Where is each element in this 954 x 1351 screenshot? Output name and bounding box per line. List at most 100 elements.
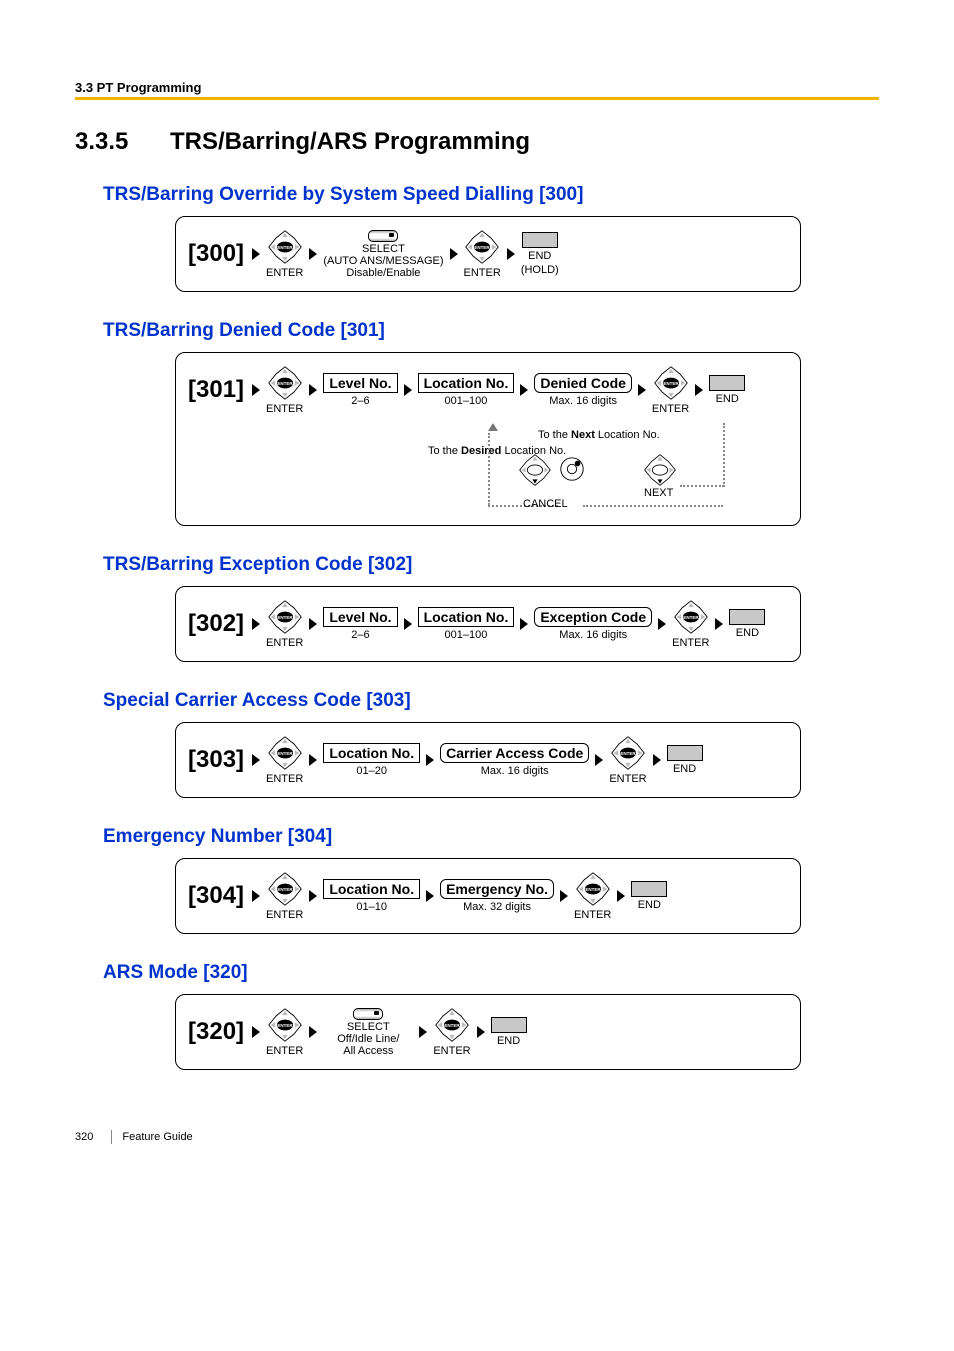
arrow-icon xyxy=(507,248,515,260)
enter-icon xyxy=(267,1007,303,1043)
select-sub: All Access xyxy=(343,1045,393,1057)
arrow-icon xyxy=(404,384,412,396)
diagram-302: [302] ENTER Level No. 2–6 Location No. 0… xyxy=(175,586,801,662)
exception-code-sub: Max. 16 digits xyxy=(559,629,627,641)
subsection-title-302: TRS/Barring Exception Code [302] xyxy=(103,554,879,576)
arrow-icon xyxy=(252,1026,260,1038)
arrow-icon xyxy=(309,384,317,396)
end-label: END xyxy=(638,899,661,911)
next-location-text: To the Next Location No. xyxy=(538,429,660,441)
arrow-icon xyxy=(520,618,528,630)
enter-icon xyxy=(267,599,303,635)
emergency-no-sub: Max. 32 digits xyxy=(463,901,531,913)
end-box-icon xyxy=(667,745,703,761)
footer-guide: Feature Guide xyxy=(122,1131,192,1143)
page-number: 320 xyxy=(75,1131,93,1143)
end-label: END xyxy=(528,250,551,262)
exception-code-box: Exception Code xyxy=(534,607,652,627)
enter-icon xyxy=(653,365,689,401)
arrow-icon xyxy=(252,384,260,396)
code-304: [304] xyxy=(188,882,244,910)
end-label: END xyxy=(497,1035,520,1047)
arrow-icon xyxy=(520,384,528,396)
select-button-icon xyxy=(368,230,398,242)
emergency-no-box: Emergency No. xyxy=(440,879,554,899)
enter-icon xyxy=(673,599,709,635)
code-320: [320] xyxy=(188,1018,244,1046)
location-no-box: Location No. xyxy=(418,373,515,393)
enter-label: ENTER xyxy=(266,773,303,785)
location-no-box: Location No. xyxy=(323,743,420,763)
arrow-icon xyxy=(638,384,646,396)
header-rule xyxy=(75,97,879,100)
location-no-sub: 001–100 xyxy=(445,629,488,641)
arrow-icon xyxy=(252,618,260,630)
jog-dial-icon xyxy=(558,455,586,483)
arrow-icon xyxy=(252,248,260,260)
carrier-access-code-sub: Max. 16 digits xyxy=(481,765,549,777)
select-mid: Off/Idle Line/ xyxy=(337,1033,399,1045)
code-300: [300] xyxy=(188,240,244,268)
location-no-sub: 01–20 xyxy=(356,765,387,777)
hold-label: (HOLD) xyxy=(521,264,559,276)
code-303: [303] xyxy=(188,746,244,774)
enter-icon xyxy=(464,229,500,265)
enter-icon xyxy=(267,365,303,401)
location-no-sub: 01–10 xyxy=(356,901,387,913)
arrow-icon xyxy=(419,1026,427,1038)
arrow-icon xyxy=(560,890,568,902)
enter-icon xyxy=(267,229,303,265)
arrow-icon xyxy=(595,754,603,766)
arrow-icon xyxy=(309,754,317,766)
diagram-320: [320] ENTER SELECT Off/Idle Line/ All Ac… xyxy=(175,994,801,1070)
enter-label: ENTER xyxy=(652,403,689,415)
arrow-icon xyxy=(252,754,260,766)
location-no-box: Location No. xyxy=(418,607,515,627)
cancel-icon xyxy=(518,453,552,487)
select-label: SELECT xyxy=(347,1021,390,1033)
loop-area: To the Next Location No. To the Desired … xyxy=(188,423,788,513)
arrow-icon xyxy=(309,1026,317,1038)
subsection-title-303: Special Carrier Access Code [303] xyxy=(103,690,879,712)
code-301: [301] xyxy=(188,376,244,404)
diagram-301: [301] ENTER Level No. 2–6 Location No. 0… xyxy=(175,352,801,526)
end-box-icon xyxy=(631,881,667,897)
end-label: END xyxy=(673,763,696,775)
arrow-icon xyxy=(450,248,458,260)
arrow-icon xyxy=(658,618,666,630)
enter-icon xyxy=(267,735,303,771)
dotted-line xyxy=(723,423,727,487)
enter-label: ENTER xyxy=(266,909,303,921)
enter-label: ENTER xyxy=(266,637,303,649)
end-label: END xyxy=(716,393,739,405)
select-sub: Disable/Enable xyxy=(346,267,420,279)
section-title: TRS/Barring/ARS Programming xyxy=(170,128,530,156)
denied-code-box: Denied Code xyxy=(534,373,632,393)
enter-icon xyxy=(575,871,611,907)
section-heading: 3.3.5 TRS/Barring/ARS Programming xyxy=(75,128,879,156)
dotted-line xyxy=(680,485,724,489)
next-icon xyxy=(643,453,677,487)
enter-icon xyxy=(610,735,646,771)
code-302: [302] xyxy=(188,610,244,638)
location-no-box: Location No. xyxy=(323,879,420,899)
arrow-icon xyxy=(477,1026,485,1038)
enter-label: ENTER xyxy=(433,1045,470,1057)
enter-label: ENTER xyxy=(266,403,303,415)
next-label: NEXT xyxy=(644,487,673,499)
arrow-icon xyxy=(309,248,317,260)
arrow-icon xyxy=(617,890,625,902)
running-header: 3.3 PT Programming xyxy=(75,80,879,95)
subsection-title-301: TRS/Barring Denied Code [301] xyxy=(103,320,879,342)
enter-label: ENTER xyxy=(464,267,501,279)
diagram-303: [303] ENTER Location No. 01–20 Carrier A… xyxy=(175,722,801,798)
carrier-access-code-box: Carrier Access Code xyxy=(440,743,589,763)
footer: 320 Feature Guide xyxy=(75,1130,879,1144)
subsection-title-304: Emergency Number [304] xyxy=(103,826,879,848)
level-no-box: Level No. xyxy=(323,607,397,627)
denied-code-sub: Max. 16 digits xyxy=(549,395,617,407)
subsection-title-300: TRS/Barring Override by System Speed Dia… xyxy=(103,184,879,206)
arrow-icon xyxy=(426,890,434,902)
enter-icon xyxy=(267,871,303,907)
select-mid: (AUTO ANS/MESSAGE) xyxy=(323,255,443,267)
